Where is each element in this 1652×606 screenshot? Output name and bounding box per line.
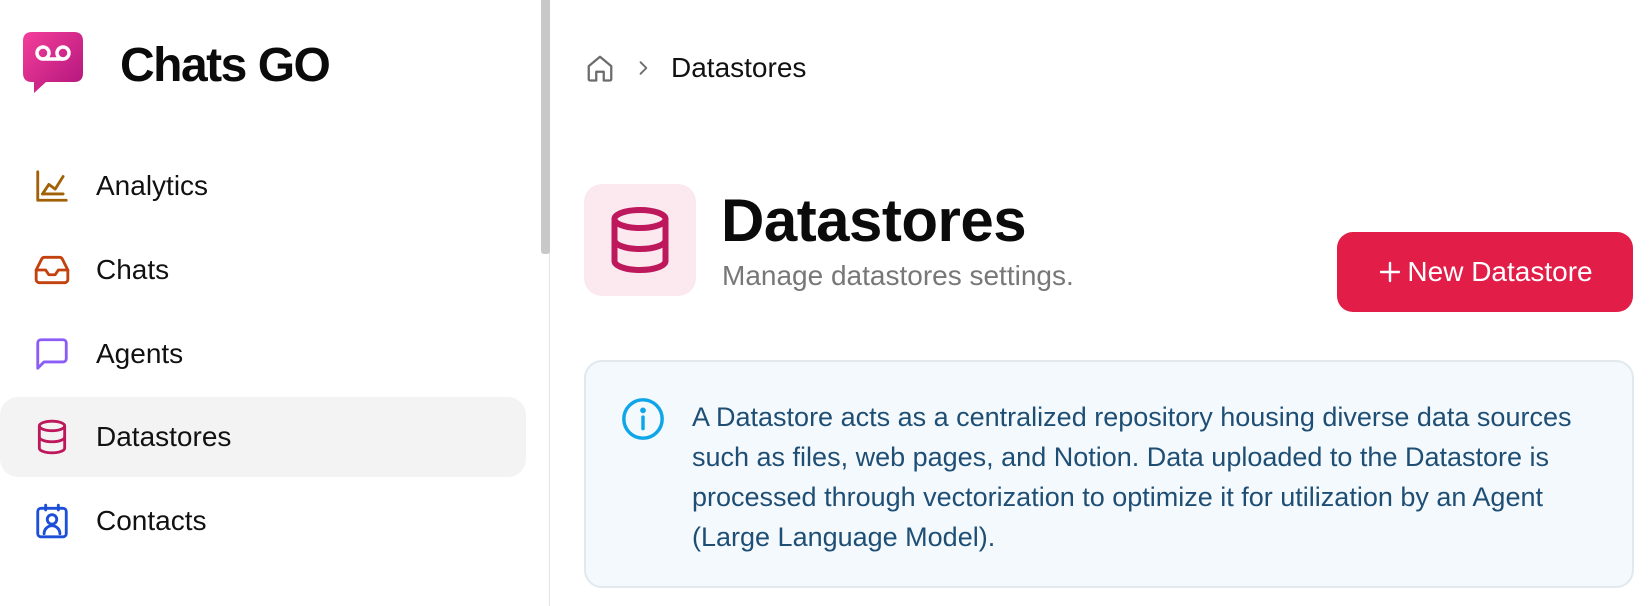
- breadcrumb: Datastores: [583, 50, 806, 86]
- info-text: A Datastore acts as a centralized reposi…: [692, 402, 1572, 552]
- contact-card-icon: [32, 501, 72, 541]
- voicemail-chat-bubble-icon[interactable]: [22, 31, 90, 95]
- sidebar-item-label: Chats: [96, 254, 170, 285]
- page-title: Datastores: [721, 187, 1027, 254]
- sidebar-item-label: Contacts: [96, 505, 207, 536]
- new-datastore-label: New Datastore: [1407, 256, 1593, 287]
- chevron-right-icon: [629, 54, 657, 82]
- home-icon[interactable]: [583, 51, 617, 85]
- breadcrumb-current: Datastores: [671, 52, 807, 83]
- brand-name[interactable]: Chats GO: [120, 38, 331, 93]
- plus-icon: [1377, 259, 1403, 285]
- database-icon: [32, 417, 72, 457]
- sidebar-item-agents[interactable]: Agents: [0, 314, 526, 394]
- sidebar-item-contacts[interactable]: Contacts: [0, 481, 526, 561]
- sidebar: Chats GO Analytics Chats Agents Datastor…: [0, 0, 550, 606]
- chart-line-icon: [32, 166, 72, 206]
- info-circle-icon: [620, 396, 666, 442]
- main-content: Datastores Datastores Manage datastores …: [551, 0, 1652, 606]
- sidebar-item-label: Datastores: [96, 421, 232, 452]
- sidebar-item-label: Analytics: [96, 170, 209, 201]
- page-subtitle: Manage datastores settings.: [722, 260, 1074, 291]
- database-icon: [584, 184, 696, 296]
- sidebar-item-datastores[interactable]: Datastores: [0, 397, 526, 477]
- sidebar-scrollbar[interactable]: [541, 0, 550, 254]
- message-square-icon: [32, 334, 72, 374]
- new-datastore-button[interactable]: New Datastore: [1337, 232, 1633, 312]
- inbox-icon: [32, 250, 72, 290]
- info-alert: A Datastore acts as a centralized reposi…: [584, 360, 1634, 588]
- sidebar-item-analytics[interactable]: Analytics: [0, 146, 526, 226]
- sidebar-item-label: Agents: [96, 338, 184, 369]
- sidebar-item-chats[interactable]: Chats: [0, 230, 526, 310]
